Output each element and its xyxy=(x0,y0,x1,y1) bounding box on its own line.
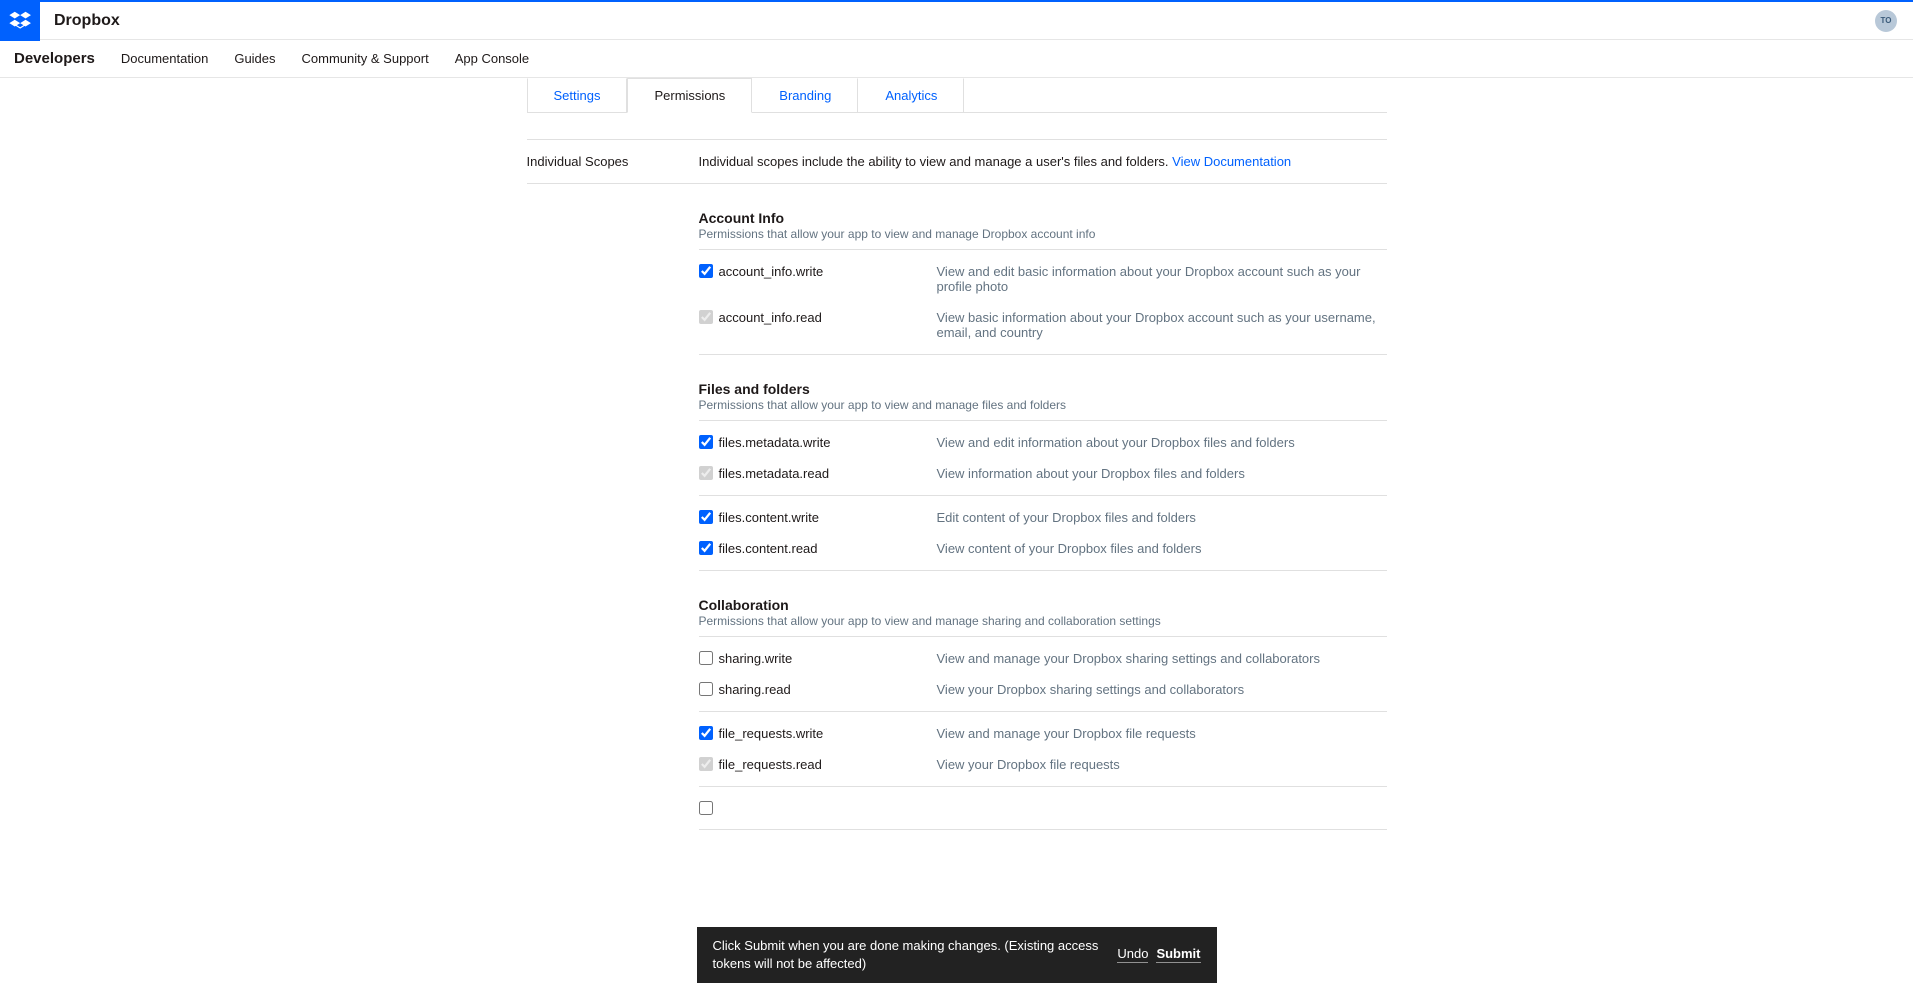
permission-name: files.metadata.write xyxy=(719,435,937,450)
permission-name: account_info.write xyxy=(719,264,937,279)
permission-checkbox[interactable] xyxy=(699,682,713,696)
nav-title[interactable]: Developers xyxy=(14,50,95,67)
permission-row: account_info.writeView and edit basic in… xyxy=(699,256,1387,302)
view-documentation-link[interactable]: View Documentation xyxy=(1172,154,1291,169)
nav-community-support[interactable]: Community & Support xyxy=(302,51,429,66)
permission-name: files.content.read xyxy=(719,541,937,556)
permission-name: files.metadata.read xyxy=(719,466,937,481)
permission-checkbox[interactable] xyxy=(699,651,713,665)
group-title: Collaboration xyxy=(699,597,1387,613)
permission-description: View information about your Dropbox file… xyxy=(937,466,1387,481)
scopes-desc: Individual scopes include the ability to… xyxy=(699,154,1292,169)
permission-checkbox[interactable] xyxy=(699,264,713,278)
dropbox-logo[interactable] xyxy=(0,1,40,41)
scopes-label: Individual Scopes xyxy=(527,154,699,169)
permission-group: Account InfoPermissions that allow your … xyxy=(699,210,1387,355)
toast-message: Click Submit when you are done making ch… xyxy=(713,937,1110,973)
permission-row: sharing.writeView and manage your Dropbo… xyxy=(699,643,1387,674)
permission-row: files.metadata.readView information abou… xyxy=(699,458,1387,489)
permission-checkbox[interactable] xyxy=(699,435,713,449)
nav-documentation[interactable]: Documentation xyxy=(121,51,208,66)
permission-description: View content of your Dropbox files and f… xyxy=(937,541,1387,556)
individual-scopes-row: Individual Scopes Individual scopes incl… xyxy=(527,140,1387,184)
permission-block: files.metadata.writeView and edit inform… xyxy=(699,421,1387,496)
nav-app-console[interactable]: App Console xyxy=(455,51,529,66)
tabs: Settings Permissions Branding Analytics xyxy=(527,78,1387,113)
nav-guides[interactable]: Guides xyxy=(234,51,275,66)
permission-row: file_requests.readView your Dropbox file… xyxy=(699,749,1387,780)
submit-toast: Click Submit when you are done making ch… xyxy=(697,927,1217,983)
permissions-area: Account InfoPermissions that allow your … xyxy=(699,210,1387,830)
nav-bar: Developers Documentation Guides Communit… xyxy=(0,40,1913,78)
permission-name: account_info.read xyxy=(719,310,937,325)
permission-name: sharing.read xyxy=(719,682,937,697)
group-subtitle: Permissions that allow your app to view … xyxy=(699,614,1387,637)
permission-description: View basic information about your Dropbo… xyxy=(937,310,1387,340)
permission-row: files.metadata.writeView and edit inform… xyxy=(699,427,1387,458)
top-header: Dropbox TO xyxy=(0,0,1913,40)
main-content: Settings Permissions Branding Analytics … xyxy=(527,78,1387,950)
permission-description: View your Dropbox sharing settings and c… xyxy=(937,682,1387,697)
group-title: Account Info xyxy=(699,210,1387,226)
group-subtitle: Permissions that allow your app to view … xyxy=(699,227,1387,250)
permission-row: files.content.readView content of your D… xyxy=(699,533,1387,564)
permission-block: file_requests.writeView and manage your … xyxy=(699,712,1387,787)
permission-checkbox[interactable] xyxy=(699,510,713,524)
permission-description: View and manage your Dropbox file reques… xyxy=(937,726,1387,741)
submit-button[interactable]: Submit xyxy=(1156,946,1200,963)
permission-name: files.content.write xyxy=(719,510,937,525)
user-avatar[interactable]: TO xyxy=(1875,10,1897,32)
group-subtitle: Permissions that allow your app to view … xyxy=(699,398,1387,421)
permission-description: Edit content of your Dropbox files and f… xyxy=(937,510,1387,525)
permission-name: sharing.write xyxy=(719,651,937,666)
permission-checkbox[interactable] xyxy=(699,541,713,555)
tab-branding[interactable]: Branding xyxy=(752,78,858,112)
tab-permissions[interactable]: Permissions xyxy=(627,78,752,113)
permission-row: file_requests.writeView and manage your … xyxy=(699,718,1387,749)
permission-checkbox xyxy=(699,466,713,480)
permission-row: sharing.readView your Dropbox sharing se… xyxy=(699,674,1387,705)
permission-block: sharing.writeView and manage your Dropbo… xyxy=(699,637,1387,712)
permission-checkbox xyxy=(699,757,713,771)
permission-checkbox xyxy=(699,310,713,324)
permission-group: Files and foldersPermissions that allow … xyxy=(699,381,1387,571)
permission-description: View and edit information about your Dro… xyxy=(937,435,1387,450)
permission-group: CollaborationPermissions that allow your… xyxy=(699,597,1387,830)
permission-checkbox[interactable] xyxy=(699,726,713,740)
undo-button[interactable]: Undo xyxy=(1117,946,1148,963)
permission-name: file_requests.read xyxy=(719,757,937,772)
permission-block xyxy=(699,787,1387,830)
brand-name[interactable]: Dropbox xyxy=(54,12,120,30)
permission-description: View and manage your Dropbox sharing set… xyxy=(937,651,1387,666)
permission-description: View your Dropbox file requests xyxy=(937,757,1387,772)
permission-block: account_info.writeView and edit basic in… xyxy=(699,250,1387,355)
dropbox-icon xyxy=(8,9,32,33)
group-title: Files and folders xyxy=(699,381,1387,397)
tab-analytics[interactable]: Analytics xyxy=(858,78,964,112)
permission-row: account_info.readView basic information … xyxy=(699,302,1387,348)
permission-row: files.content.writeEdit content of your … xyxy=(699,502,1387,533)
permission-name: file_requests.write xyxy=(719,726,937,741)
permission-block: files.content.writeEdit content of your … xyxy=(699,496,1387,571)
permission-checkbox[interactable] xyxy=(699,801,713,815)
tab-settings[interactable]: Settings xyxy=(527,78,628,112)
permission-row xyxy=(699,793,1387,823)
permission-description: View and edit basic information about yo… xyxy=(937,264,1387,294)
